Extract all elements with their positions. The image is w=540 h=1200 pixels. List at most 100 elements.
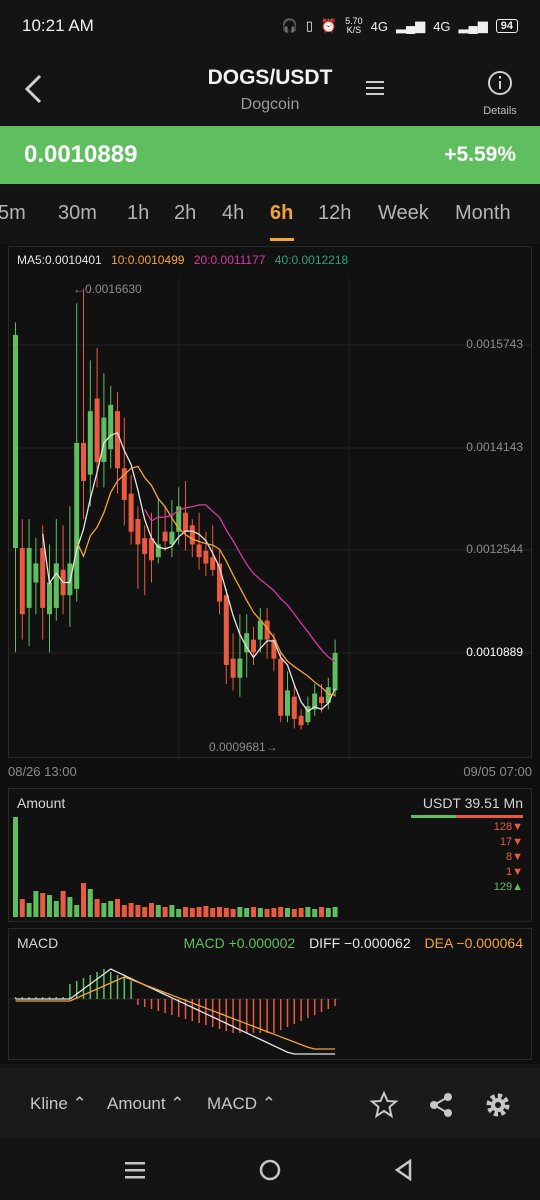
volume-bar: [19, 899, 25, 917]
price-axis-label: 0.0015743: [466, 337, 523, 351]
candle-body: [53, 563, 59, 608]
candle-body: [19, 547, 25, 615]
candle-body: [135, 519, 141, 545]
current-price-label: 0.0010889: [466, 645, 523, 659]
ma-legend: MA5:0.0010401 10:0.0010499 20:0.0011177 …: [17, 253, 354, 267]
home-icon[interactable]: [256, 1156, 284, 1184]
volume-bar: [325, 908, 331, 917]
candle-body: [33, 563, 39, 583]
recent-apps-icon[interactable]: [121, 1156, 149, 1184]
volume-bar: [121, 905, 127, 917]
candlestick-chart: [9, 277, 533, 757]
dea-value: DEA −0.000064: [424, 935, 523, 951]
volume-bar: [81, 883, 86, 917]
candle-body: [94, 398, 100, 462]
candle-body: [169, 531, 175, 545]
macd-panel[interactable]: MACD MACD +0.000002 DIFF −0.000062 DEA −…: [8, 928, 532, 1060]
tab-4h[interactable]: 4h: [222, 202, 244, 225]
macd-values: MACD +0.000002 DIFF −0.000062 DEA −0.000…: [173, 935, 523, 951]
volume-bar: [155, 905, 161, 917]
details-label: Details: [483, 105, 517, 117]
volume-bar: [60, 891, 66, 917]
signal-2: 4G: [433, 18, 451, 34]
details-button[interactable]: Details: [478, 70, 522, 117]
vibrate-icon: ▯: [305, 18, 313, 33]
tab-30m[interactable]: 30m: [58, 202, 97, 225]
candle-body: [115, 411, 120, 469]
volume-bar: [278, 907, 284, 917]
star-icon[interactable]: [369, 1090, 399, 1120]
tab-month[interactable]: Month: [455, 202, 511, 225]
candle-body: [332, 653, 338, 691]
volume-bar: [183, 907, 188, 917]
system-nav-bar: [0, 1138, 540, 1200]
kline-selector[interactable]: Kline ⌃: [30, 1094, 87, 1114]
candle-body: [251, 639, 256, 653]
volume-bar: [264, 909, 270, 917]
tab-week[interactable]: Week: [378, 202, 429, 225]
volume-bar: [285, 908, 290, 917]
tab-6h[interactable]: 6h: [270, 202, 293, 225]
candle-body: [87, 411, 93, 475]
volume-bar: [189, 908, 195, 917]
status-icons: 🎧 ▯ ⏰ 5.70 K/S 4G ▂▄▆ 4G ▂▄▆ 94: [282, 17, 518, 35]
interval-tabs: 5m 30m 1h 2h 4h 6h 12h Week Month: [0, 184, 540, 244]
volume-bar: [332, 907, 338, 917]
volume-bar: [33, 891, 39, 917]
volume-bar: [101, 903, 107, 917]
volume-bar: [223, 908, 229, 917]
settings-icon[interactable]: [483, 1090, 513, 1120]
volume-bar: [319, 907, 324, 917]
candle-body: [223, 595, 229, 665]
volume-bar: [271, 908, 277, 917]
info-icon: [488, 71, 512, 95]
macd-value: MACD +0.000002: [183, 935, 296, 951]
candle-body: [203, 550, 209, 564]
active-tab-indicator: [270, 238, 294, 241]
candle-body: [74, 442, 80, 589]
menu-icon[interactable]: [364, 80, 386, 96]
price-axis-label: 0.0012544: [466, 542, 523, 556]
volume-bar: [251, 907, 256, 917]
share-icon[interactable]: [426, 1090, 456, 1120]
candle-body: [257, 620, 263, 640]
volume-stat: 8▼: [505, 851, 523, 863]
ma5-line: [42, 431, 336, 713]
alarm-icon: ⏰: [320, 18, 338, 33]
volume-summary: USDT 39.51 Mn: [422, 795, 523, 811]
candle-body: [40, 547, 46, 608]
price-banner: 0.0010889 +5.59%: [0, 126, 540, 184]
pair-subtitle: Dogcoin: [240, 96, 300, 113]
back-nav-icon[interactable]: [390, 1156, 418, 1184]
macd-selector[interactable]: MACD ⌃: [207, 1094, 276, 1114]
chart-area[interactable]: MA5:0.0010401 10:0.0010499 20:0.0011177 …: [0, 244, 540, 1064]
candle-body: [298, 715, 304, 726]
volume-bar: [196, 907, 202, 917]
volume-bar: [203, 906, 209, 917]
volume-panel[interactable]: Amount USDT 39.51 Mn 128▼ 17▼ 8▼ 1▼ 129▲: [8, 788, 532, 922]
candlestick-panel[interactable]: MA5:0.0010401 10:0.0010499 20:0.0011177 …: [8, 246, 533, 758]
volume-bar: [312, 909, 318, 917]
tab-2h[interactable]: 2h: [174, 202, 196, 225]
volume-stat: 1▼: [505, 866, 523, 878]
signal-icon: ▂▄▆: [458, 18, 488, 33]
diff-value: DIFF −0.000062: [309, 935, 411, 951]
price-axis-label: 0.0014143: [466, 440, 523, 454]
volume-bar: [108, 901, 114, 917]
tab-1h[interactable]: 1h: [127, 202, 149, 225]
candle-body: [108, 404, 114, 450]
tab-5m[interactable]: 5m: [0, 202, 26, 225]
candle-body: [291, 696, 297, 719]
volume-bar: [87, 889, 93, 917]
end-date: 09/05 07:00: [463, 764, 532, 779]
volume-bar: [237, 907, 243, 917]
low-label: 0.0009681→: [209, 740, 278, 754]
candle-body: [230, 658, 236, 678]
volume-bar: [67, 897, 73, 917]
volume-bar: [74, 905, 80, 917]
candle-body: [237, 658, 243, 678]
amount-selector[interactable]: Amount ⌃: [107, 1094, 185, 1114]
volume-title: Amount: [17, 795, 66, 811]
signal-1: 4G: [370, 18, 388, 34]
tab-12h[interactable]: 12h: [318, 202, 351, 225]
